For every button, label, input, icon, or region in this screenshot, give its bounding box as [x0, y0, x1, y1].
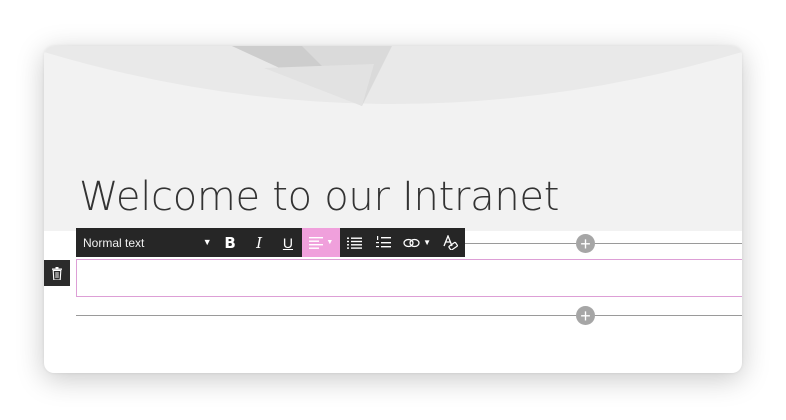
add-section-button[interactable]: + [576, 234, 595, 253]
trash-icon [52, 266, 62, 280]
underline-button[interactable]: U [274, 228, 303, 257]
text-style-dropdown[interactable]: Normal text ▼ [76, 228, 216, 257]
link-icon [403, 238, 420, 247]
align-button[interactable]: ▼ [302, 228, 341, 257]
chevron-down-icon: ▼ [326, 239, 334, 246]
banner-image [44, 46, 742, 106]
bold-button[interactable]: B [216, 228, 245, 257]
plus-icon: + [580, 233, 591, 254]
numbered-list-button[interactable] [369, 228, 398, 257]
page-title[interactable]: Welcome to our Intranet [79, 174, 559, 220]
align-left-icon [309, 236, 324, 249]
chevron-down-icon: ▼ [423, 238, 432, 247]
title-area: Welcome to our Intranet [44, 46, 742, 231]
add-section-button[interactable]: + [576, 306, 595, 325]
link-button[interactable]: ▼ [398, 238, 436, 248]
clear-formatting-button[interactable] [436, 228, 465, 257]
chevron-down-icon: ▼ [202, 237, 212, 247]
clear-formatting-icon [443, 235, 458, 250]
plus-icon: + [580, 305, 591, 326]
page-canvas: Welcome to our Intranet + Normal text ▼ … [44, 46, 742, 373]
bulleted-list-button[interactable] [340, 228, 369, 257]
delete-web-part-button[interactable] [44, 260, 70, 286]
numbered-list-icon [376, 236, 392, 248]
section-divider [76, 315, 742, 316]
text-style-label: Normal text [83, 235, 145, 250]
italic-button[interactable]: I [245, 228, 274, 257]
text-web-part-editor[interactable] [76, 259, 742, 297]
section-divider [464, 243, 742, 244]
rich-text-toolbar: Normal text ▼ B I U ▼ ▼ [76, 228, 465, 257]
bulleted-list-icon [347, 237, 363, 249]
